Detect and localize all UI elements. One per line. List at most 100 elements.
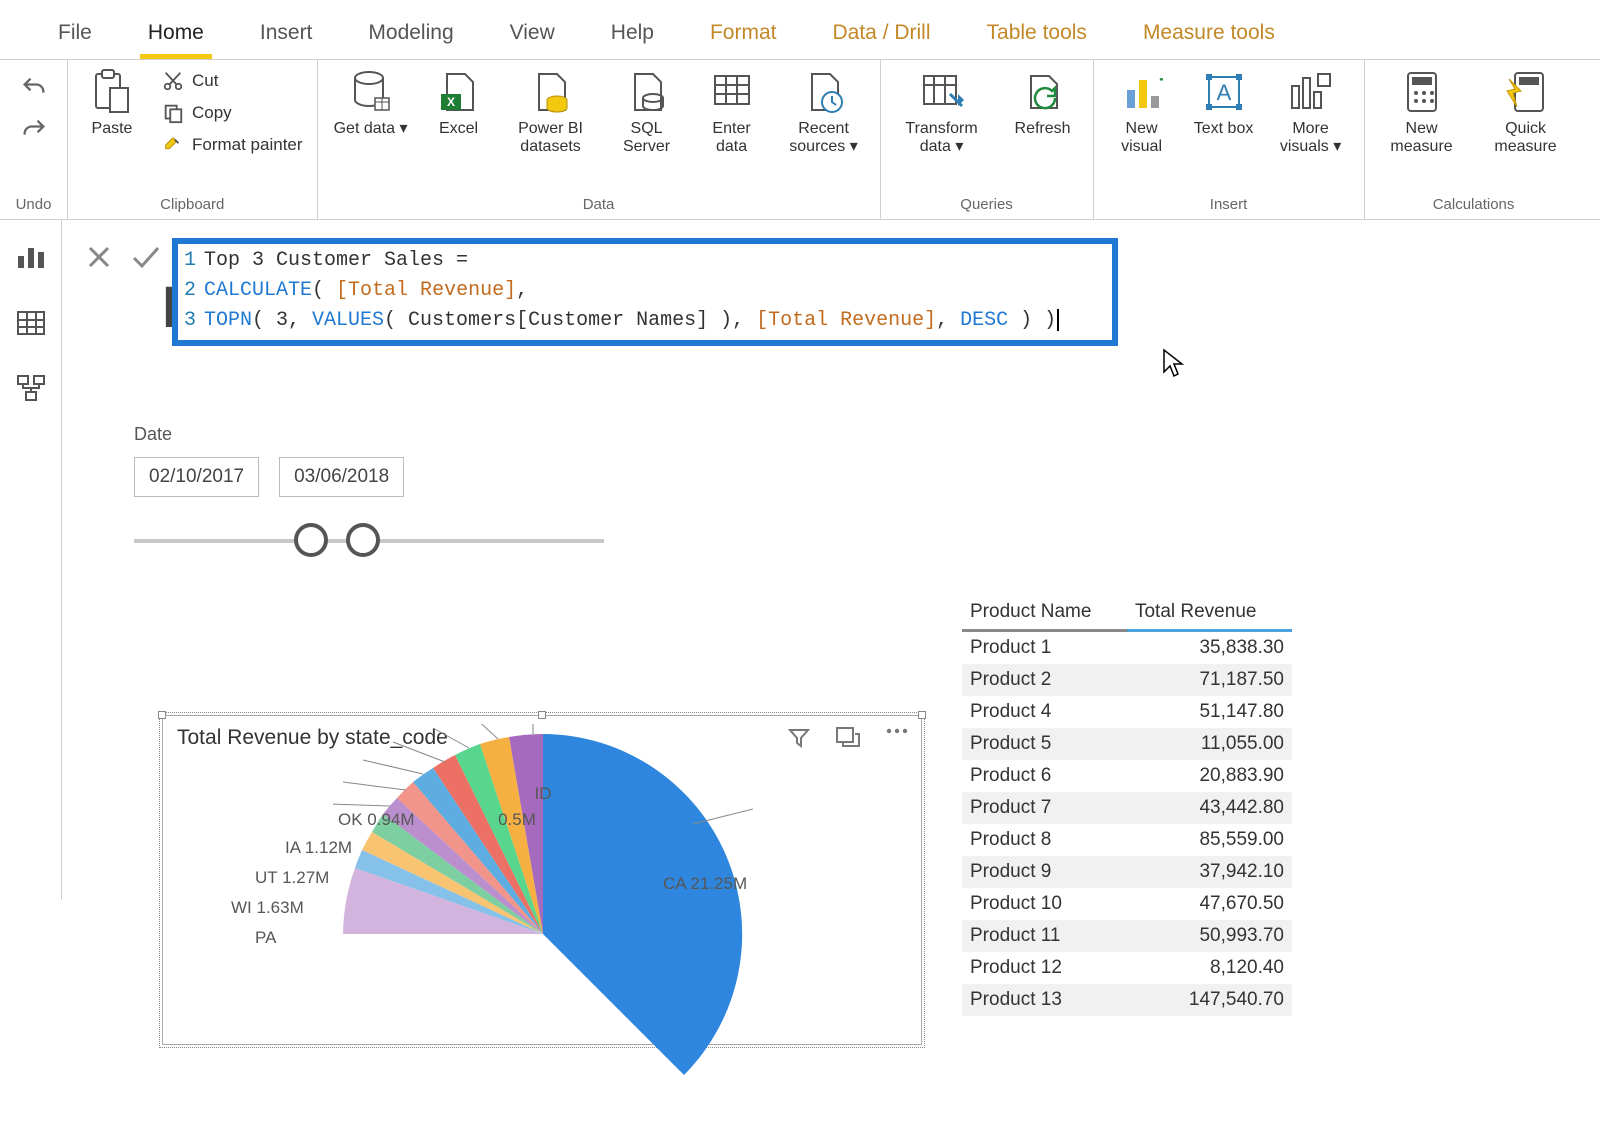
menu-view[interactable]: View (482, 11, 583, 59)
ribbon: Undo Paste Cut Copy Format painter Clipb… (0, 60, 1600, 220)
pie-label-ia: IA 1.12M (285, 838, 352, 858)
get-data-button[interactable]: Get data ▾ (332, 66, 410, 138)
pbi-datasets-button[interactable]: Power BI datasets (508, 66, 594, 157)
menu-table-tools[interactable]: Table tools (959, 11, 1115, 59)
sql-server-label: SQL Server (612, 120, 682, 157)
slicer-handle-start[interactable] (294, 523, 328, 557)
more-visuals-button[interactable]: More visuals ▾ (1272, 66, 1350, 157)
date-slicer[interactable]: Date 02/10/2017 03/06/2018 (134, 424, 604, 571)
data-view-button[interactable] (14, 306, 48, 340)
menu-measure-tools[interactable]: Measure tools (1115, 11, 1303, 59)
transform-label: Transform data (905, 120, 977, 155)
new-measure-button[interactable]: New measure (1379, 66, 1465, 157)
formula-commit-button[interactable] (130, 244, 160, 270)
cut-icon (160, 68, 186, 94)
group-label-calculations: Calculations (1433, 194, 1515, 217)
slicer-start-date[interactable]: 02/10/2017 (134, 457, 259, 497)
excel-icon: X (435, 68, 483, 116)
table-row[interactable]: Product 1150,993.70 (962, 920, 1292, 952)
transform-data-icon (918, 68, 966, 116)
table-row[interactable]: Product 451,147.80 (962, 696, 1292, 728)
formula-editor[interactable]: 1Top 3 Customer Sales = 2CALCULATE( [Tot… (172, 238, 1118, 346)
chevron-down-icon: ▾ (850, 138, 858, 155)
quick-measure-icon (1502, 68, 1550, 116)
pie-label-okv: 0.5M (498, 810, 536, 830)
main-area: In 1Top 3 Customer Sales = 2CALCULATE( [… (0, 220, 1600, 900)
visual-focus-icon[interactable] (835, 726, 861, 750)
menu-data-drill[interactable]: Data / Drill (805, 11, 959, 59)
refresh-label: Refresh (1015, 120, 1071, 138)
slicer-end-date[interactable]: 03/06/2018 (279, 457, 404, 497)
table-header-revenue[interactable]: Total Revenue (1127, 595, 1292, 631)
redo-button[interactable] (20, 116, 48, 144)
model-view-button[interactable] (14, 372, 48, 406)
recent-sources-button[interactable]: Recent sources ▾ (782, 66, 866, 157)
report-view-button[interactable] (14, 240, 48, 274)
database-icon (347, 68, 395, 116)
quick-measure-button[interactable]: Quick measure (1483, 66, 1569, 157)
revenue-table-visual[interactable]: Product Name Total Revenue Product 135,8… (962, 595, 1292, 1016)
enter-data-icon (708, 68, 756, 116)
formula-cancel-button[interactable] (86, 244, 112, 270)
more-visuals-icon (1287, 68, 1335, 116)
table-row[interactable]: Product 743,442.80 (962, 792, 1292, 824)
text-box-button[interactable]: AText box (1194, 66, 1254, 138)
ribbon-group-undo: Undo (0, 60, 68, 219)
copy-label: Copy (192, 103, 232, 123)
table-row[interactable]: Product 511,055.00 (962, 728, 1292, 760)
table-row[interactable]: Product 13147,540.70 (962, 984, 1292, 1016)
chevron-down-icon: ▾ (399, 120, 407, 137)
pie-label-wi: WI 1.63M (231, 898, 304, 918)
paste-button[interactable]: Paste (82, 66, 142, 138)
table-header-product[interactable]: Product Name (962, 595, 1127, 631)
format-painter-button[interactable]: Format painter (160, 132, 303, 158)
slicer-handle-end[interactable] (346, 523, 380, 557)
format-painter-icon (160, 132, 186, 158)
undo-button[interactable] (20, 74, 48, 102)
table-row[interactable]: Product 937,942.10 (962, 856, 1292, 888)
pie-label-ut: UT 1.27M (255, 868, 329, 888)
table-row[interactable]: Product 135,838.30 (962, 631, 1292, 665)
pie-label-pa: PA (255, 928, 276, 948)
menu-help[interactable]: Help (583, 11, 682, 59)
pie-chart-visual[interactable]: Total Revenue by state_code (162, 715, 922, 1045)
menu-insert[interactable]: Insert (232, 11, 341, 59)
slicer-track[interactable] (134, 511, 604, 571)
formula-line-1: Top 3 Customer Sales = (204, 246, 468, 276)
copy-button[interactable]: Copy (160, 100, 303, 126)
svg-text:+: + (1159, 72, 1163, 91)
recent-sources-label: Recent sources (789, 120, 849, 155)
table-row[interactable]: Product 1047,670.50 (962, 888, 1292, 920)
quick-measure-label: Quick measure (1483, 120, 1569, 157)
menu-format[interactable]: Format (682, 11, 805, 59)
visual-more-icon[interactable] (885, 726, 909, 750)
recent-sources-icon (800, 68, 848, 116)
svg-text:X: X (447, 95, 455, 109)
calculator-icon (1398, 68, 1446, 116)
refresh-button[interactable]: Refresh (1007, 66, 1079, 138)
excel-button[interactable]: XExcel (428, 66, 490, 138)
transform-data-button[interactable]: Transform data ▾ (895, 66, 989, 157)
table-row[interactable]: Product 271,187.50 (962, 664, 1292, 696)
table-row[interactable]: Product 620,883.90 (962, 760, 1292, 792)
pie-label-ca: CA 21.25M (663, 874, 747, 894)
table-row[interactable]: Product 128,120.40 (962, 952, 1292, 984)
table-row[interactable]: Product 885,559.00 (962, 824, 1292, 856)
visual-filter-icon[interactable] (787, 726, 811, 750)
report-canvas[interactable]: In 1Top 3 Customer Sales = 2CALCULATE( [… (62, 220, 1600, 900)
menu-file[interactable]: File (30, 11, 120, 59)
group-label-insert: Insert (1210, 194, 1248, 217)
pbi-datasets-icon (527, 68, 575, 116)
new-visual-button[interactable]: +New visual (1108, 66, 1176, 157)
enter-data-label: Enter data (700, 120, 764, 157)
format-painter-label: Format painter (192, 135, 303, 155)
sql-server-button[interactable]: SQL Server (612, 66, 682, 157)
new-measure-label: New measure (1379, 120, 1465, 157)
menu-home[interactable]: Home (120, 11, 232, 59)
sql-server-icon (623, 68, 671, 116)
cut-button[interactable]: Cut (160, 68, 303, 94)
enter-data-button[interactable]: Enter data (700, 66, 764, 157)
menu-modeling[interactable]: Modeling (340, 11, 481, 59)
text-box-label: Text box (1194, 120, 1254, 138)
slicer-label: Date (134, 424, 604, 445)
